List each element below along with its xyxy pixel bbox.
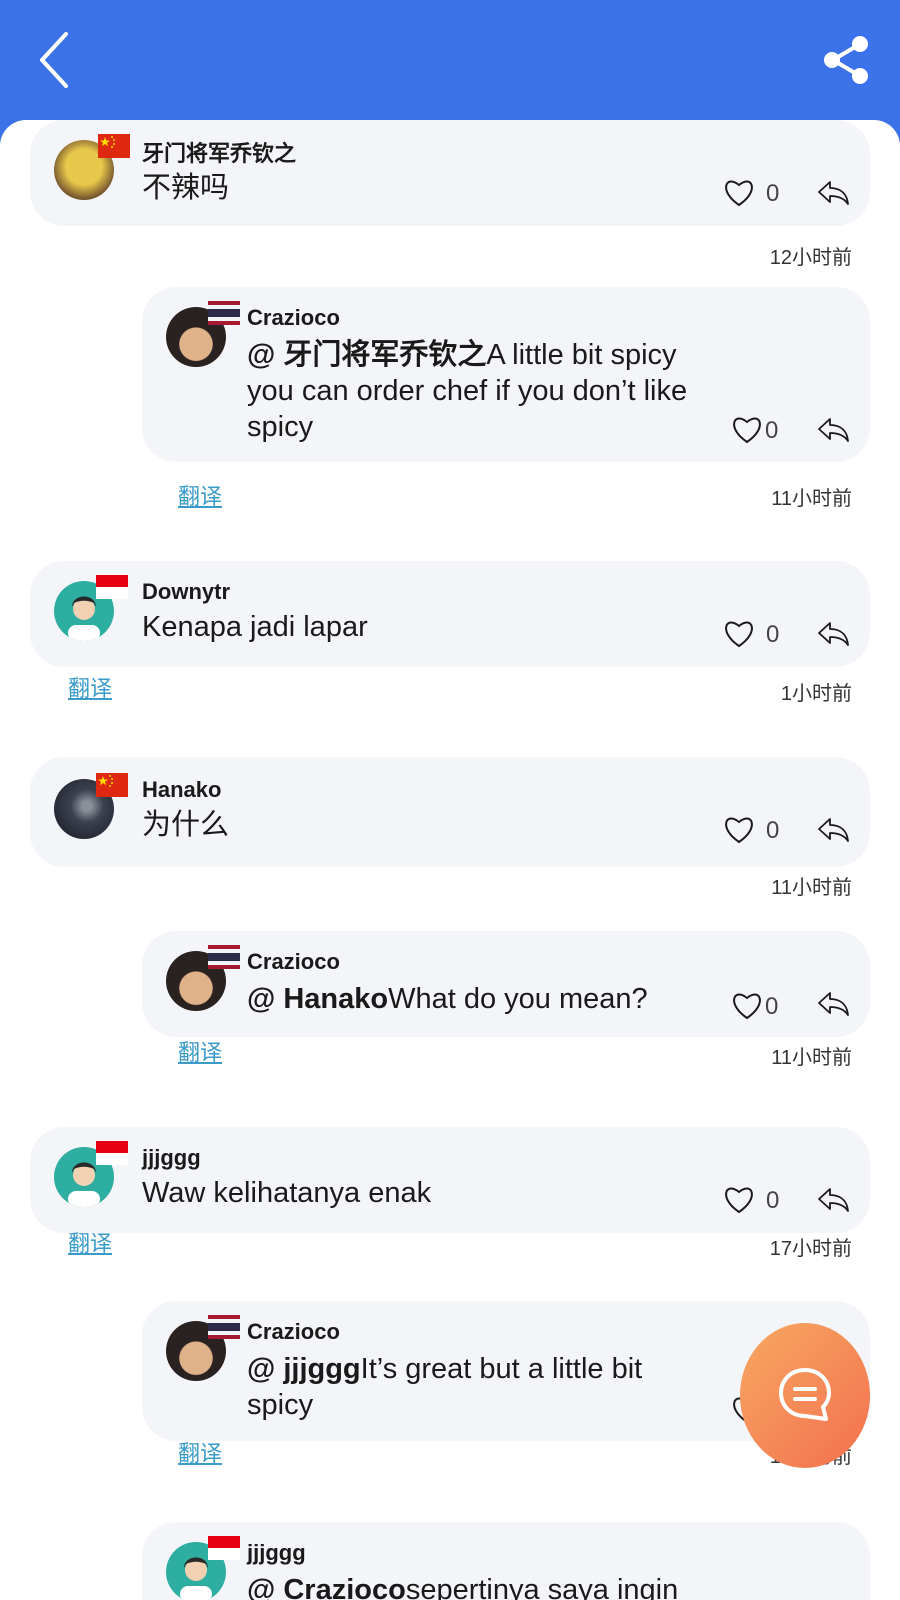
reply-arrow-icon[interactable] <box>816 619 850 647</box>
comment-text: @ HanakoWhat do you mean? <box>247 981 692 1017</box>
top-app-bar <box>0 0 900 130</box>
username[interactable]: 牙门将军乔钦之 <box>142 136 296 168</box>
back-icon[interactable] <box>30 28 80 92</box>
reply-text: sepertinya saya ingin <box>405 1574 679 1600</box>
mention[interactable]: @ Crazioco <box>247 1574 406 1600</box>
comment-card: Hanako 为什么 0 <box>30 757 870 867</box>
comment-text: @ Craziocosepertinya saya ingin <box>247 1572 692 1600</box>
translate-link[interactable]: 翻译 <box>68 1226 112 1258</box>
comment-time: 11小时前 <box>771 877 852 899</box>
thailand-flag-icon <box>208 1315 240 1339</box>
reply-card: Crazioco @ 牙门将军乔钦之A little bit spicy you… <box>142 287 870 462</box>
like-count: 0 <box>766 621 780 648</box>
like-count: 0 <box>766 1187 780 1214</box>
comment-text: Waw kelihatanya enak <box>142 1177 432 1209</box>
mention[interactable]: @ jjjggg <box>247 1353 361 1385</box>
reply-arrow-icon[interactable] <box>816 1185 850 1213</box>
reply-arrow-icon[interactable] <box>816 415 850 443</box>
share-icon[interactable] <box>820 34 872 86</box>
chat-bubble-icon <box>779 1368 831 1421</box>
comment-card: jjjggg Waw kelihatanya enak 0 <box>30 1127 870 1233</box>
indonesia-flag-icon <box>96 575 128 599</box>
username[interactable]: Downytr <box>142 579 230 605</box>
comment-time: 11小时前 <box>771 1047 852 1069</box>
indonesia-flag-icon <box>208 1536 240 1560</box>
reply-card: Crazioco @ HanakoWhat do you mean? 0 <box>142 931 870 1037</box>
comment-time: 11小时前 <box>771 488 852 510</box>
like-count: 0 <box>766 817 780 844</box>
like-count: 0 <box>765 417 779 444</box>
china-flag-icon <box>98 134 130 158</box>
translate-link[interactable]: 翻译 <box>68 671 112 703</box>
thailand-flag-icon <box>208 301 240 325</box>
comment-time: 17小时前 <box>769 1238 852 1260</box>
username[interactable]: jjjggg <box>142 1145 201 1171</box>
translate-link[interactable]: 翻译 <box>178 479 222 511</box>
heart-icon[interactable] <box>722 176 756 208</box>
heart-icon[interactable] <box>730 413 764 445</box>
heart-icon[interactable] <box>730 989 764 1021</box>
username[interactable]: Crazioco <box>247 1319 340 1345</box>
comment-text: @ 牙门将军乔钦之A little bit spicy you can orde… <box>247 337 692 445</box>
reply-arrow-icon[interactable] <box>816 815 850 843</box>
comment-text: @ jjjgggIt’s great but a little bit spic… <box>247 1351 692 1423</box>
china-flag-icon <box>96 773 128 797</box>
comment-time: 1小时前 <box>780 683 852 705</box>
mention[interactable]: @ 牙门将军乔钦之 <box>247 339 486 371</box>
username[interactable]: Hanako <box>142 777 221 803</box>
translate-link[interactable]: 翻译 <box>178 1436 222 1468</box>
comment-card: Downytr Kenapa jadi lapar 0 <box>30 561 870 667</box>
comment-text: 不辣吗 <box>142 172 230 204</box>
thailand-flag-icon <box>208 945 240 969</box>
comment-text: Kenapa jadi lapar <box>142 611 368 643</box>
heart-icon[interactable] <box>722 1183 756 1215</box>
heart-icon[interactable] <box>722 617 756 649</box>
indonesia-flag-icon <box>96 1141 128 1165</box>
translate-link[interactable]: 翻译 <box>178 1035 222 1067</box>
reply-arrow-icon[interactable] <box>816 178 850 206</box>
comment-fab-button[interactable] <box>740 1323 870 1468</box>
username[interactable]: jjjggg <box>247 1540 306 1566</box>
comment-text: 为什么 <box>142 809 230 841</box>
comment-time: 12小时前 <box>769 247 852 269</box>
heart-icon[interactable] <box>722 813 756 845</box>
reply-text: What do you mean? <box>388 983 648 1015</box>
reply-arrow-icon[interactable] <box>816 989 850 1017</box>
like-count: 0 <box>765 993 779 1020</box>
username[interactable]: Crazioco <box>247 949 340 975</box>
username[interactable]: Crazioco <box>247 305 340 331</box>
reply-card: jjjggg @ Craziocosepertinya saya ingin <box>142 1522 870 1600</box>
comment-card: 牙门将军乔钦之 不辣吗 0 <box>30 120 870 226</box>
mention[interactable]: @ Hanako <box>247 983 388 1015</box>
like-count: 0 <box>766 180 780 207</box>
